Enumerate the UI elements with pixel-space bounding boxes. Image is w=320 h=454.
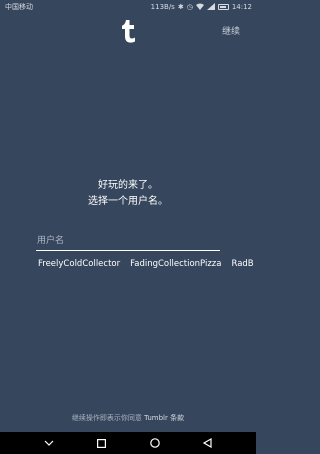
signup-prompt: 好玩的来了。 选择一个用户名。	[0, 178, 256, 210]
signal-icon	[206, 2, 215, 12]
network-speed: 113B/s	[150, 3, 175, 11]
continue-button[interactable]: 继续	[222, 24, 240, 37]
chevron-down-icon[interactable]	[42, 436, 56, 450]
status-indicators: 113B/s ✱ ◷ 14:12	[150, 2, 252, 12]
circle-icon[interactable]	[148, 436, 162, 450]
wifi-icon	[195, 3, 204, 12]
alarm-icon: ◷	[186, 2, 193, 11]
suggestion-item[interactable]: FadingCollectionPizza	[130, 259, 221, 269]
username-suggestions: FreelyColdCollector FadingCollectionPizz…	[38, 259, 254, 269]
suggestion-item[interactable]: FreelyColdCollector	[38, 259, 120, 269]
system-nav-bar	[0, 432, 256, 454]
terms-prefix: 继续操作即表示你同意	[71, 414, 145, 422]
username-field-wrapper	[36, 228, 220, 251]
carrier-label: 中国移动	[5, 3, 33, 11]
triangle-back-icon[interactable]	[201, 436, 215, 450]
username-input[interactable]	[36, 232, 220, 251]
terms-notice: 继续操作即表示你同意 Tumblr 条款	[0, 413, 256, 423]
status-bar: 中国移动 113B/s ✱ ◷ 14:12	[0, 0, 256, 14]
clock: 14:12	[231, 3, 252, 11]
terms-link[interactable]: Tumblr 条款	[144, 414, 184, 422]
header: 继续	[0, 14, 256, 48]
bluetooth-icon: ✱	[177, 2, 184, 11]
suggestion-item[interactable]: RadB	[231, 259, 253, 269]
prompt-line-1: 好玩的来了。	[98, 180, 158, 191]
square-icon[interactable]	[95, 436, 109, 450]
prompt-line-2: 选择一个用户名。	[88, 196, 168, 207]
tumblr-logo-icon	[113, 16, 143, 46]
battery-icon	[217, 4, 229, 10]
